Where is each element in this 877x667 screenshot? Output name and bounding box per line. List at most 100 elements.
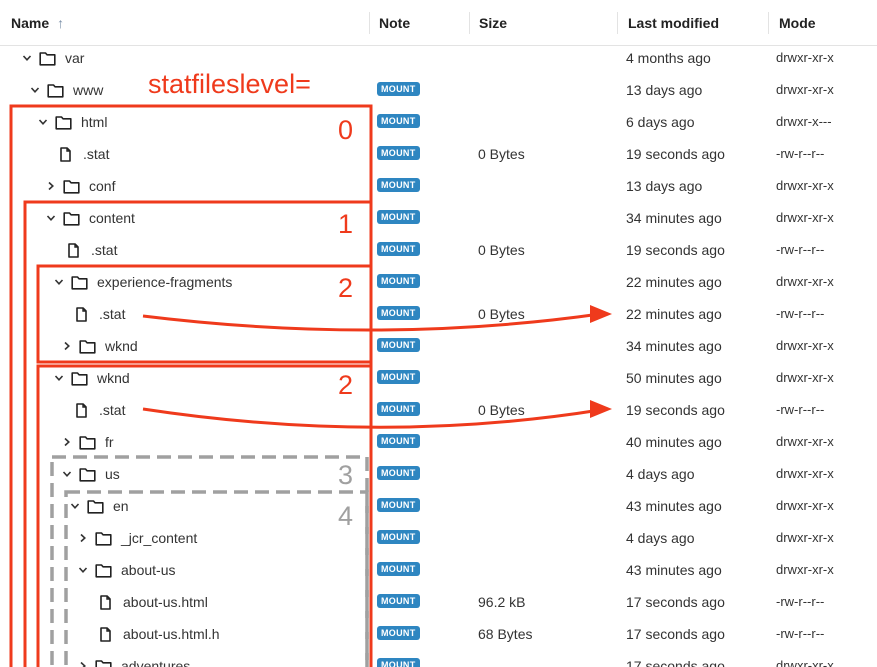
column-divider[interactable] bbox=[768, 12, 769, 34]
tree-item-name[interactable]: conf bbox=[45, 178, 115, 194]
tree-item-label: about-us.html.h bbox=[123, 626, 220, 642]
tree-row[interactable]: content MOUNT 34 minutes ago drwxr-xr-x bbox=[0, 201, 877, 233]
column-mode-header[interactable]: Mode bbox=[779, 15, 816, 31]
tree-row[interactable]: fr MOUNT 40 minutes ago drwxr-xr-x bbox=[0, 425, 877, 457]
chevron-down-icon[interactable] bbox=[53, 371, 65, 385]
chevron-down-icon[interactable] bbox=[29, 83, 41, 97]
tree-row[interactable]: .stat MOUNT 0 Bytes 19 seconds ago -rw-r--r-… bbox=[0, 137, 877, 169]
mount-badge: MOUNT bbox=[377, 82, 420, 96]
tree-item-label: us bbox=[105, 466, 120, 482]
chevron-down-icon[interactable] bbox=[37, 115, 49, 129]
file-mode: -rw-r--r-- bbox=[776, 242, 825, 257]
mount-badge: MOUNT bbox=[377, 402, 420, 416]
tree-item-name[interactable]: fr bbox=[61, 434, 114, 450]
level-1-label: 1 bbox=[338, 209, 354, 239]
file-mode: drwxr-xr-x bbox=[776, 658, 834, 667]
tree-item-name[interactable]: .stat bbox=[57, 146, 109, 162]
file-mode: drwxr-xr-x bbox=[776, 498, 834, 513]
chevron-down-icon[interactable] bbox=[45, 211, 57, 225]
tree-item-name[interactable]: wknd bbox=[53, 370, 130, 386]
tree-item-name[interactable]: www bbox=[29, 82, 103, 98]
tree-item-name[interactable]: about-us.html bbox=[97, 594, 208, 610]
table-header: Name ↑ Note Size Last modified Mode bbox=[0, 0, 877, 46]
file-mode: drwxr-xr-x bbox=[776, 562, 834, 577]
last-modified: 50 minutes ago bbox=[626, 370, 722, 386]
tree-item-name[interactable]: var bbox=[21, 50, 84, 66]
tree-row[interactable]: .stat MOUNT 0 Bytes 22 minutes ago -rw-r--r-… bbox=[0, 297, 877, 329]
tree-item-name[interactable]: experience-fragments bbox=[53, 274, 232, 290]
last-modified: 13 days ago bbox=[626, 82, 703, 98]
column-mode-label: Mode bbox=[779, 15, 816, 31]
tree-item-label: html bbox=[81, 114, 108, 130]
tree-row[interactable]: conf MOUNT 13 days ago drwxr-xr-x bbox=[0, 169, 877, 201]
column-divider[interactable] bbox=[469, 12, 470, 34]
tree-item-label: wknd bbox=[105, 338, 138, 354]
column-modified-label: Last modified bbox=[628, 15, 720, 31]
column-divider[interactable] bbox=[369, 12, 370, 34]
chevron-right-icon[interactable] bbox=[77, 531, 89, 545]
tree-row[interactable]: _jcr_content MOUNT 4 days ago drwxr-xr-x bbox=[0, 521, 877, 553]
tree-item-name[interactable]: .stat bbox=[73, 306, 125, 322]
chevron-down-icon[interactable] bbox=[61, 467, 73, 481]
folder-icon bbox=[95, 563, 112, 578]
tree-row[interactable]: about-us.html MOUNT 96.2 kB 17 seconds ago -… bbox=[0, 585, 877, 617]
folder-icon bbox=[63, 179, 80, 194]
tree-row[interactable]: var 4 months ago drwxr-xr-x bbox=[0, 41, 877, 73]
tree-row[interactable]: www MOUNT 13 days ago drwxr-xr-x bbox=[0, 73, 877, 105]
tree-item-name[interactable]: wknd bbox=[61, 338, 138, 354]
chevron-down-icon[interactable] bbox=[77, 563, 89, 577]
tree-row[interactable]: en MOUNT 43 minutes ago drwxr-xr-x bbox=[0, 489, 877, 521]
tree-item-label: conf bbox=[89, 178, 116, 194]
column-note-header[interactable]: Note bbox=[379, 15, 410, 31]
tree-item-name[interactable]: en bbox=[69, 498, 129, 514]
mount-badge: MOUNT bbox=[377, 178, 420, 192]
column-note-label: Note bbox=[379, 15, 411, 31]
file-mode: drwxr-xr-x bbox=[776, 466, 834, 481]
file-size: 68 Bytes bbox=[478, 626, 533, 642]
chevron-right-icon[interactable] bbox=[45, 179, 57, 193]
file-mode: drwxr-xr-x bbox=[776, 274, 834, 289]
tree-item-label: .stat bbox=[99, 402, 126, 418]
chevron-down-icon[interactable] bbox=[69, 499, 81, 513]
tree-row[interactable]: html MOUNT 6 days ago drwxr-x--- bbox=[0, 105, 877, 137]
tree-item-name[interactable]: .stat bbox=[73, 402, 125, 418]
last-modified: 43 minutes ago bbox=[626, 498, 722, 514]
tree-item-name[interactable]: _jcr_content bbox=[77, 530, 197, 546]
tree-row[interactable]: .stat MOUNT 0 Bytes 19 seconds ago -rw-r--r-… bbox=[0, 393, 877, 425]
tree-row[interactable]: about-us.html.h MOUNT 68 Bytes 17 seconds a… bbox=[0, 617, 877, 649]
sort-ascending-icon[interactable]: ↑ bbox=[57, 15, 64, 31]
tree-item-name[interactable]: about-us.html.h bbox=[97, 626, 220, 642]
column-modified-header[interactable]: Last modified bbox=[628, 15, 719, 31]
chevron-right-icon[interactable] bbox=[61, 435, 73, 449]
file-size: 0 Bytes bbox=[478, 402, 525, 418]
chevron-down-icon[interactable] bbox=[21, 51, 33, 65]
tree-item-name[interactable]: adventures bbox=[77, 658, 190, 667]
last-modified: 22 minutes ago bbox=[626, 274, 722, 290]
tree-item-label: experience-fragments bbox=[97, 274, 233, 290]
chevron-down-icon[interactable] bbox=[53, 275, 65, 289]
mount-badge: MOUNT bbox=[377, 498, 420, 512]
tree-row[interactable]: adventures MOUNT 17 seconds ago drwxr-xr-x bbox=[0, 649, 877, 667]
tree-row[interactable]: about-us MOUNT 43 minutes ago drwxr-xr-x bbox=[0, 553, 877, 585]
mount-badge: MOUNT bbox=[377, 242, 420, 256]
tree-item-name[interactable]: us bbox=[61, 466, 120, 482]
column-size-header[interactable]: Size bbox=[479, 15, 507, 31]
last-modified: 19 seconds ago bbox=[626, 242, 725, 258]
mount-badge: MOUNT bbox=[377, 530, 420, 544]
folder-icon bbox=[79, 339, 96, 354]
tree-row[interactable]: .stat MOUNT 0 Bytes 19 seconds ago -rw-r--r-… bbox=[0, 233, 877, 265]
chevron-right-icon[interactable] bbox=[77, 659, 89, 667]
chevron-right-icon[interactable] bbox=[61, 339, 73, 353]
tree-row[interactable]: us MOUNT 4 days ago drwxr-xr-x bbox=[0, 457, 877, 489]
column-divider[interactable] bbox=[617, 12, 618, 34]
file-mode: drwxr-xr-x bbox=[776, 338, 834, 353]
tree-row[interactable]: wknd MOUNT 34 minutes ago drwxr-xr-x bbox=[0, 329, 877, 361]
tree-row[interactable]: experience-fragments MOUNT 22 minutes ago d… bbox=[0, 265, 877, 297]
tree-item-name[interactable]: .stat bbox=[65, 242, 117, 258]
tree-item-name[interactable]: content bbox=[45, 210, 135, 226]
tree-row[interactable]: wknd MOUNT 50 minutes ago drwxr-xr-x bbox=[0, 361, 877, 393]
mount-badge: MOUNT bbox=[377, 114, 420, 128]
column-name-header[interactable]: Name ↑ bbox=[11, 15, 64, 31]
tree-item-name[interactable]: about-us bbox=[77, 562, 175, 578]
tree-item-name[interactable]: html bbox=[37, 114, 107, 130]
